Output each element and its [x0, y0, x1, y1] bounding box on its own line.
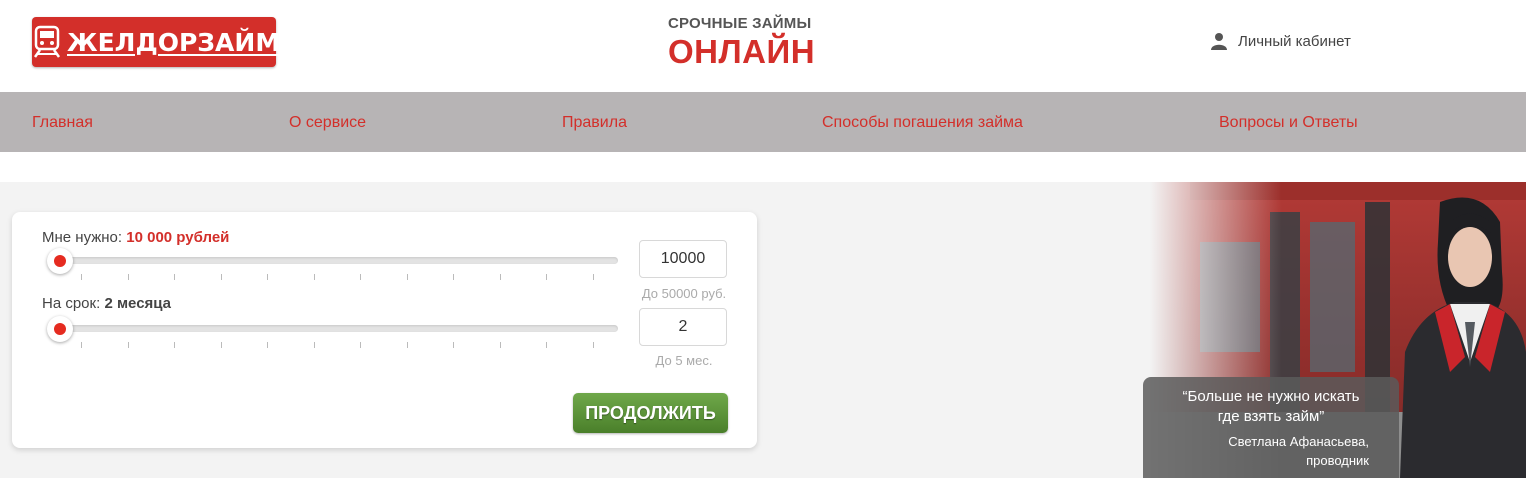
slider-tick — [499, 342, 501, 348]
amount-label: Мне нужно: 10 000 рублей — [42, 229, 230, 246]
term-label: На срок: 2 месяца — [42, 295, 172, 312]
slider-tick — [174, 342, 175, 348]
term-value: 2 месяца — [104, 295, 172, 312]
tagline-top: СРОЧНЫЕ ЗАЙМЫ — [668, 15, 812, 32]
cabinet-label: Личный кабинет — [1238, 32, 1351, 50]
user-icon — [1211, 33, 1227, 50]
nav-item-faq[interactable]: Вопросы и Ответы — [1219, 114, 1358, 132]
loan-calculator: Мне нужно: 10 000 рублей 10000 До 50000 … — [12, 212, 757, 448]
slider-tick — [220, 342, 222, 348]
site-logo[interactable]: ЖЕЛДОРЗАЙМ — [32, 17, 280, 67]
slider-tick — [546, 342, 547, 348]
slider-tick — [592, 274, 594, 280]
slider-tick — [127, 274, 129, 280]
amount-max-hint: До 50000 руб. — [641, 286, 727, 301]
slider-tick — [267, 342, 268, 348]
slider-tick — [174, 274, 175, 280]
slider-tick — [313, 274, 315, 280]
main-content: “Больше не нужно искать где взять займ” … — [0, 182, 1526, 478]
quote-author: Светлана Афанасьева, проводник — [1228, 434, 1369, 468]
term-input[interactable]: 2 — [639, 308, 727, 346]
slider-tick — [499, 274, 501, 280]
slider-tick — [81, 274, 82, 280]
amount-value: 10 000 рублей — [126, 229, 230, 246]
slider-tick — [267, 274, 268, 280]
amount-slider-thumb[interactable] — [47, 248, 73, 274]
slider-tick — [360, 274, 361, 280]
amount-slider-ticks — [81, 274, 601, 280]
site-header: ЖЕЛДОРЗАЙМ СРОЧНЫЕ ЗАЙМЫ ОНЛАЙН Личный к… — [0, 0, 1526, 92]
personal-cabinet-link[interactable]: Личный кабинет — [1210, 32, 1351, 50]
slider-tick — [360, 342, 361, 348]
term-slider-ticks — [81, 342, 601, 348]
slider-tick — [220, 274, 222, 280]
slider-tick — [592, 342, 594, 348]
term-max-hint: До 5 мес. — [655, 353, 713, 368]
slider-tick — [406, 342, 408, 348]
tagline: СРОЧНЫЕ ЗАЙМЫ ОНЛАЙН — [668, 15, 815, 71]
main-nav: Главная О сервисе Правила Способы погаше… — [0, 92, 1526, 152]
nav-item-about[interactable]: О сервисе — [289, 114, 366, 132]
nav-item-rules[interactable]: Правила — [562, 114, 627, 132]
slider-tick — [546, 274, 547, 280]
slider-tick — [453, 342, 454, 348]
nav-item-home[interactable]: Главная — [32, 114, 93, 132]
slider-tick — [81, 342, 82, 348]
amount-input[interactable]: 10000 — [639, 240, 727, 278]
term-slider-thumb[interactable] — [47, 316, 73, 342]
tagline-bottom: ОНЛАЙН — [668, 33, 816, 70]
nav-item-repayment[interactable]: Способы погашения займа — [822, 114, 1023, 132]
amount-slider-track[interactable] — [48, 257, 618, 264]
slider-tick — [127, 342, 129, 348]
slider-tick — [313, 342, 315, 348]
train-icon — [32, 17, 62, 67]
testimonial-quote: “Больше не нужно искать где взять займ” … — [1143, 377, 1399, 478]
continue-button[interactable]: ПРОДОЛЖИТЬ — [573, 393, 728, 433]
logo-text: ЖЕЛДОРЗАЙМ — [67, 27, 281, 57]
term-slider-track[interactable] — [48, 325, 618, 332]
slider-tick — [453, 274, 454, 280]
slider-tick — [406, 274, 408, 280]
quote-text: “Больше не нужно искать где взять займ” — [1182, 388, 1360, 425]
